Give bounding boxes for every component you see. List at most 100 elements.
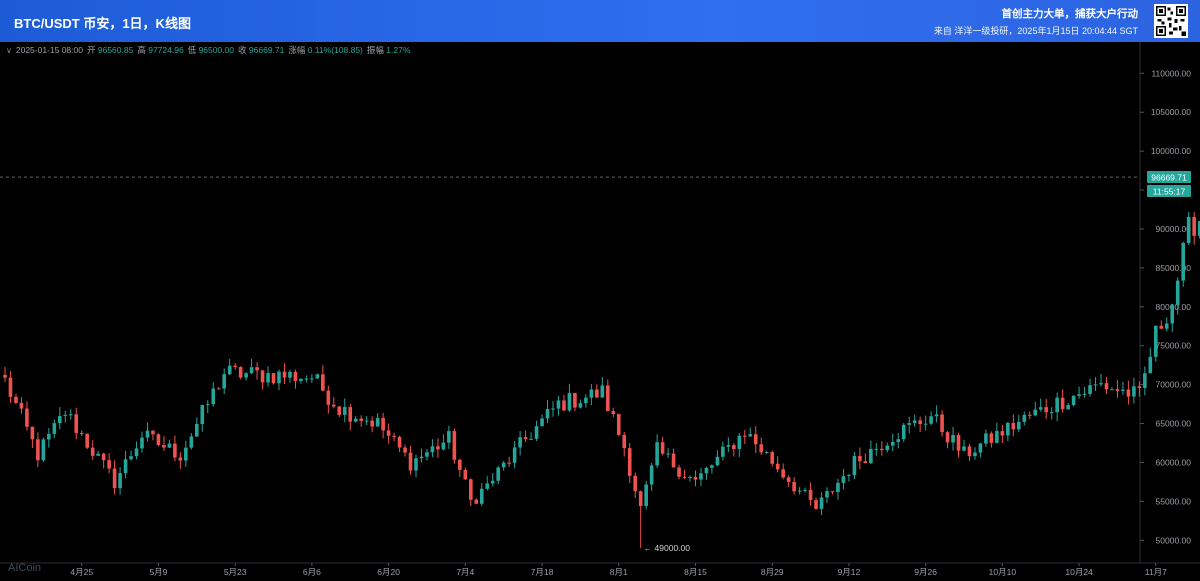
x-tick-label: 10月10 [989, 567, 1017, 577]
qr-code-icon [1154, 4, 1188, 38]
candle-body [222, 374, 226, 389]
x-tick-label: 7月4 [456, 567, 474, 577]
candle-body [282, 371, 287, 378]
candle-body [1044, 407, 1048, 413]
candle-body [896, 439, 901, 442]
candle-body [1082, 393, 1087, 395]
candle-body [370, 420, 374, 427]
current-price-label: 96669.71 [1151, 173, 1187, 183]
candle-body [47, 433, 51, 440]
candle-body [721, 446, 725, 457]
candle-body [1115, 389, 1120, 391]
countdown-label: 11:55:17 [1153, 187, 1186, 197]
candle-body [836, 482, 840, 493]
candle-body [490, 480, 495, 484]
candle-body [830, 491, 835, 493]
candle-body [101, 453, 106, 461]
x-tick-label: 10月24 [1065, 567, 1093, 577]
candle-body [452, 431, 457, 460]
candle-body [178, 457, 183, 461]
candle-body [775, 463, 780, 470]
candle-body [912, 420, 917, 424]
watermark: AICoin [8, 562, 42, 574]
candle-body [1143, 373, 1147, 389]
candle-body [1170, 305, 1175, 324]
candle-body [688, 477, 692, 479]
candle-body [299, 378, 303, 382]
candle-body [677, 467, 681, 477]
candle-body [342, 407, 347, 415]
candle-body [660, 442, 665, 454]
y-tick-label: 105000.00 [1151, 107, 1191, 117]
candle-body [649, 465, 654, 485]
candle-body [567, 392, 572, 411]
y-tick-label: 90000.00 [1156, 224, 1192, 234]
candle-body [79, 433, 84, 435]
candle-body [419, 456, 424, 459]
candle-body [1060, 397, 1065, 410]
candle-body [1175, 280, 1180, 306]
candle-body [1104, 383, 1109, 390]
candle-body [770, 452, 774, 464]
candle-body [359, 418, 363, 421]
candle-body [523, 437, 528, 440]
candle-body [496, 467, 500, 481]
chart-title: BTC/USDT 币安，1日，K线图 [14, 16, 191, 31]
candle-body [96, 453, 100, 456]
candle-body [189, 436, 194, 448]
candle-body [479, 488, 484, 504]
candle-body [162, 444, 166, 448]
candle-body [68, 414, 73, 416]
candle-body [606, 385, 610, 412]
candle-body [792, 481, 796, 492]
x-tick-label: 7月18 [531, 567, 554, 577]
candle-body [638, 491, 643, 507]
candle-body [699, 473, 703, 480]
candle-body [819, 497, 824, 509]
candle-body [1049, 412, 1054, 414]
candle-body [545, 409, 550, 419]
candle-body [584, 397, 588, 404]
y-tick-label: 75000.00 [1156, 341, 1192, 351]
candle-body [58, 416, 62, 424]
candle-body [978, 443, 983, 453]
candle-body [140, 437, 144, 449]
candle-body [244, 373, 248, 378]
candle-body [715, 456, 720, 466]
candle-body [200, 405, 205, 424]
candle-body [469, 479, 473, 500]
candle-body [408, 452, 413, 471]
promo-text: 首创主力大单，捕获大户行动 来自 洋洋一级投研，2025年1月15日 20:04… [934, 8, 1138, 38]
candle-body [326, 390, 331, 405]
candle-body [205, 404, 210, 406]
candle-body [310, 378, 314, 380]
candle-body [616, 414, 621, 435]
candle-body [1011, 422, 1016, 430]
candle-body [764, 452, 769, 454]
candle-body [1126, 389, 1131, 397]
candle-body [403, 447, 407, 453]
candle-body [737, 435, 742, 450]
candle-body [901, 424, 906, 440]
candle-body [841, 476, 846, 483]
candlestick-chart[interactable]: 50000.00 55000.00 60000.00 65000.00 70000.00… [0, 42, 1200, 581]
chart-header: BTC/USDT 币安，1日，K线图 首创主力大单，捕获大户行动 来自 洋洋一级… [0, 0, 1200, 42]
y-tick-label: 110000.00 [1151, 68, 1191, 78]
candle-body [74, 414, 79, 434]
candle-body [803, 489, 807, 491]
candle-body [52, 423, 57, 434]
candle-body [1006, 422, 1010, 436]
y-tick-label: 70000.00 [1156, 380, 1192, 390]
candle-body [425, 452, 429, 457]
candle-body [814, 500, 818, 509]
candle-body [255, 367, 259, 371]
candle-body [595, 389, 599, 398]
candle-body [951, 434, 955, 443]
candle-body [1027, 414, 1032, 416]
candle-body [1088, 385, 1092, 394]
candle-body [633, 475, 637, 492]
candle-body [748, 434, 753, 437]
candle-body [869, 448, 873, 464]
candle-body [90, 447, 95, 456]
candle-body [151, 430, 155, 435]
